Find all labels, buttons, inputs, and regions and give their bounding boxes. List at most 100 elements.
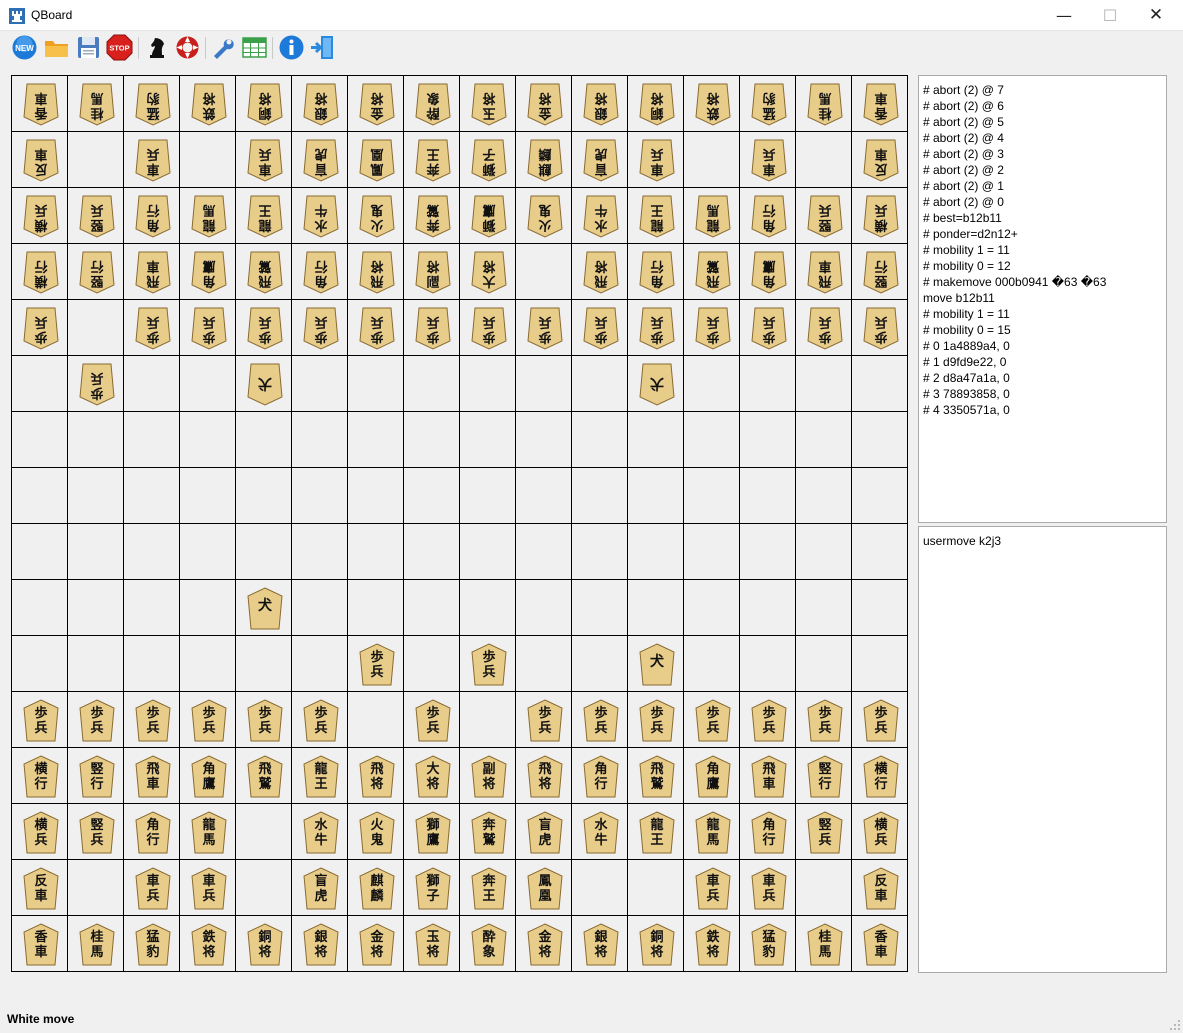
board-square[interactable]: 歩兵 <box>292 300 348 356</box>
board-square[interactable] <box>348 356 404 412</box>
board-square[interactable] <box>68 524 124 580</box>
board-square[interactable] <box>572 580 628 636</box>
white-piece[interactable]: 横兵 <box>863 195 899 238</box>
white-piece[interactable]: 銀将 <box>583 83 619 126</box>
board-square[interactable]: 銀将 <box>572 916 628 972</box>
black-piece[interactable]: 歩兵 <box>695 699 731 742</box>
white-piece[interactable]: 盲虎 <box>303 139 339 182</box>
board-square[interactable] <box>68 300 124 356</box>
board-square[interactable]: 角鷹 <box>180 244 236 300</box>
board-square[interactable] <box>684 132 740 188</box>
white-piece[interactable]: 歩兵 <box>415 307 451 350</box>
board-square[interactable]: 車兵 <box>740 132 796 188</box>
black-piece[interactable]: 反車 <box>863 867 899 910</box>
black-piece[interactable]: 玉将 <box>415 923 451 966</box>
black-piece[interactable]: 竪兵 <box>79 811 115 854</box>
board-square[interactable]: 飛車 <box>124 748 180 804</box>
black-piece[interactable]: 飛鷲 <box>639 755 675 798</box>
board-square[interactable]: 火鬼 <box>516 188 572 244</box>
white-piece[interactable]: 香車 <box>23 83 59 126</box>
board-square[interactable]: 大将 <box>460 244 516 300</box>
black-piece[interactable]: 歩兵 <box>807 699 843 742</box>
board-square[interactable] <box>572 412 628 468</box>
board-square[interactable]: 歩兵 <box>516 300 572 356</box>
board-square[interactable]: 車兵 <box>180 860 236 916</box>
board-square[interactable]: 獅子 <box>404 860 460 916</box>
board-square[interactable]: 奔鷲 <box>460 804 516 860</box>
board-square[interactable]: 盲虎 <box>292 860 348 916</box>
board-square[interactable]: 奔王 <box>404 132 460 188</box>
board-square[interactable] <box>684 636 740 692</box>
board-square[interactable] <box>740 524 796 580</box>
black-piece[interactable]: 歩兵 <box>23 699 59 742</box>
board-square[interactable] <box>12 468 68 524</box>
board-square[interactable] <box>852 580 908 636</box>
board-square[interactable]: 歩兵 <box>516 692 572 748</box>
black-piece[interactable]: 歩兵 <box>135 699 171 742</box>
board-square[interactable]: 飛車 <box>740 748 796 804</box>
board-square[interactable]: 龍馬 <box>684 188 740 244</box>
white-piece[interactable]: 歩兵 <box>135 307 171 350</box>
board-square[interactable] <box>516 356 572 412</box>
board-square[interactable] <box>796 412 852 468</box>
board-square[interactable]: 角行 <box>292 244 348 300</box>
white-piece[interactable]: 車兵 <box>135 139 171 182</box>
black-piece[interactable]: 水牛 <box>583 811 619 854</box>
board-square[interactable] <box>628 524 684 580</box>
stop-button[interactable]: STOP <box>106 34 133 61</box>
board-square[interactable]: 歩兵 <box>628 300 684 356</box>
black-piece[interactable]: 車兵 <box>751 867 787 910</box>
black-piece[interactable]: 飛車 <box>135 755 171 798</box>
board-square[interactable]: 飛鷲 <box>684 244 740 300</box>
white-piece[interactable]: 角行 <box>751 195 787 238</box>
board-square[interactable] <box>180 524 236 580</box>
board-square[interactable] <box>516 580 572 636</box>
white-piece[interactable]: 竪兵 <box>79 195 115 238</box>
board-square[interactable]: 角行 <box>628 244 684 300</box>
board-square[interactable] <box>852 524 908 580</box>
white-piece[interactable]: 奔鷲 <box>415 195 451 238</box>
board-square[interactable]: 龍馬 <box>180 804 236 860</box>
black-piece[interactable]: 歩兵 <box>79 699 115 742</box>
board-square[interactable] <box>404 356 460 412</box>
board-square[interactable]: 副将 <box>460 748 516 804</box>
white-piece[interactable]: 反車 <box>23 139 59 182</box>
board-square[interactable] <box>124 524 180 580</box>
white-piece[interactable]: 竪行 <box>863 251 899 294</box>
black-piece[interactable]: 犬 <box>639 643 675 686</box>
white-piece[interactable]: 盲虎 <box>583 139 619 182</box>
black-piece[interactable]: 火鬼 <box>359 811 395 854</box>
board-square[interactable] <box>628 580 684 636</box>
board-square[interactable]: 横兵 <box>852 804 908 860</box>
board-square[interactable]: 鉄将 <box>684 916 740 972</box>
black-piece[interactable]: 龍王 <box>639 811 675 854</box>
board-square[interactable] <box>348 524 404 580</box>
board-square[interactable]: 車兵 <box>124 132 180 188</box>
black-piece[interactable]: 車兵 <box>191 867 227 910</box>
white-piece[interactable]: 歩兵 <box>863 307 899 350</box>
board-square[interactable]: 香車 <box>12 76 68 132</box>
board-square[interactable]: 鉄将 <box>180 76 236 132</box>
board-square[interactable] <box>852 636 908 692</box>
board-square[interactable] <box>516 468 572 524</box>
board-square[interactable]: 歩兵 <box>12 300 68 356</box>
board-square[interactable]: 水牛 <box>292 804 348 860</box>
board-square[interactable]: 歩兵 <box>852 300 908 356</box>
game-board[interactable]: 香車桂馬猛豹鉄将銅将銀将金将酔象玉将金将銀将銅将鉄将猛豹桂馬香車反車車兵車兵盲虎… <box>11 75 908 972</box>
board-square[interactable]: 歩兵 <box>348 300 404 356</box>
black-piece[interactable]: 龍馬 <box>191 811 227 854</box>
board-square[interactable]: 歩兵 <box>796 692 852 748</box>
board-square[interactable]: 獅鷹 <box>404 804 460 860</box>
save-button[interactable] <box>75 34 102 61</box>
black-piece[interactable]: 車兵 <box>695 867 731 910</box>
black-piece[interactable]: 酔象 <box>471 923 507 966</box>
board-square[interactable] <box>124 636 180 692</box>
board-square[interactable]: 香車 <box>12 916 68 972</box>
board-square[interactable] <box>572 524 628 580</box>
board-square[interactable] <box>684 524 740 580</box>
board-square[interactable]: 歩兵 <box>404 300 460 356</box>
board-square[interactable]: 龍王 <box>628 188 684 244</box>
white-piece[interactable]: 龍王 <box>639 195 675 238</box>
black-piece[interactable]: 奔王 <box>471 867 507 910</box>
engine-log-panel[interactable]: # abort (2) @ 7 # abort (2) @ 6 # abort (2… <box>918 75 1167 523</box>
